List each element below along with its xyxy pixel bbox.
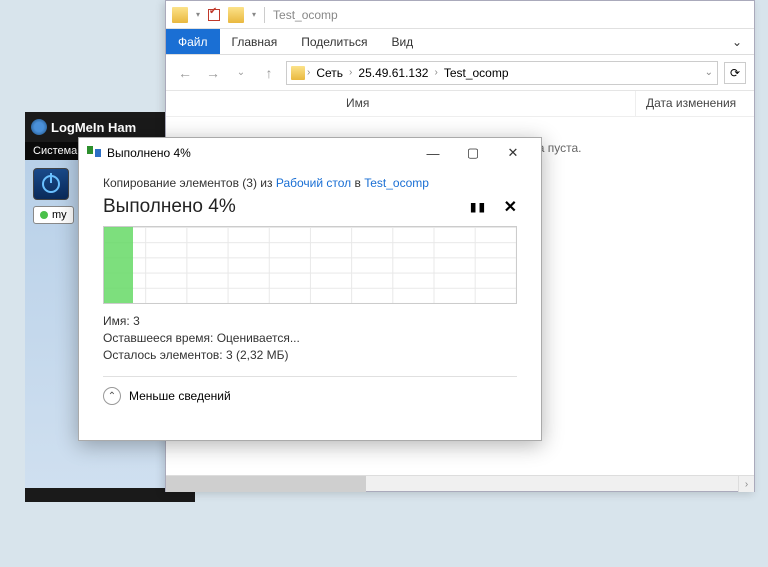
power-button[interactable]	[33, 168, 69, 200]
tab-view[interactable]: Вид	[379, 29, 425, 54]
scrollbar-thumb[interactable]	[166, 476, 366, 492]
chevron-right-icon[interactable]: ›	[349, 67, 352, 78]
qat-down-icon[interactable]: ▾	[252, 10, 256, 19]
nav-back-button[interactable]: ←	[174, 62, 196, 84]
address-bar[interactable]: › Сеть › 25.49.61.132 › Test_ocomp ⌄	[286, 61, 718, 85]
status-online-icon	[40, 211, 48, 219]
pc-label: my	[52, 209, 67, 221]
maximize-button[interactable]: ▢	[453, 139, 493, 167]
breadcrumb-ip[interactable]: 25.49.61.132	[354, 66, 432, 80]
info-name: Имя: 3	[103, 314, 517, 328]
separator	[103, 376, 517, 377]
fewer-details-toggle[interactable]: ⌃ Меньше сведений	[103, 387, 517, 405]
copy-title: Выполнено 4%	[107, 146, 413, 160]
copy-prefix: Копирование элементов (3) из	[103, 176, 276, 190]
ribbon-expand-icon[interactable]: ⌄	[720, 29, 754, 54]
close-button[interactable]: ✕	[493, 139, 533, 167]
pause-button[interactable]: ▮▮	[468, 197, 485, 217]
nav-forward-button[interactable]: →	[202, 62, 224, 84]
column-headers: Имя Дата изменения	[166, 91, 754, 117]
column-name[interactable]: Имя	[166, 91, 636, 116]
minimize-button[interactable]: —	[413, 139, 453, 167]
tab-share[interactable]: Поделиться	[289, 29, 379, 54]
copy-dest-link[interactable]: Test_ocomp	[364, 176, 429, 190]
separator	[264, 7, 265, 23]
logmein-title: LogMeIn Ham	[51, 120, 136, 135]
folder-icon	[228, 7, 244, 23]
tab-file[interactable]: Файл	[166, 29, 220, 54]
chevron-right-icon[interactable]: ›	[434, 67, 437, 78]
chart-fill	[104, 227, 133, 303]
info-remaining: Осталось элементов: 3 (2,32 МБ)	[103, 348, 517, 362]
scroll-right-button[interactable]: ›	[738, 476, 754, 492]
name-value: 3	[133, 314, 140, 328]
nav-up-button[interactable]: ↑	[258, 62, 280, 84]
time-label: Оставшееся время:	[103, 331, 213, 345]
copy-source-link[interactable]: Рабочий стол	[276, 176, 351, 190]
copy-dialog: Выполнено 4% — ▢ ✕ Копирование элементов…	[78, 137, 542, 441]
time-value: Оценивается...	[217, 331, 300, 345]
nav-recent-button[interactable]: ⌄	[230, 62, 252, 84]
folder-icon	[172, 7, 188, 23]
breadcrumb-net[interactable]: Сеть	[312, 66, 347, 80]
tab-home[interactable]: Главная	[220, 29, 290, 54]
logmein-logo-icon	[31, 119, 47, 135]
address-dropdown-icon[interactable]: ⌄	[705, 67, 713, 78]
left-value: 3 (2,32 МБ)	[226, 348, 289, 362]
power-icon	[42, 175, 60, 193]
ribbon-tabs: Файл Главная Поделиться Вид ⌄	[166, 29, 754, 55]
chevron-up-icon: ⌃	[103, 387, 121, 405]
refresh-button[interactable]: ⟳	[724, 62, 746, 84]
pc-item[interactable]: my	[33, 206, 74, 224]
chevron-right-icon[interactable]: ›	[307, 67, 310, 78]
copy-titlebar[interactable]: Выполнено 4% — ▢ ✕	[79, 138, 541, 168]
copy-mid: в	[351, 176, 364, 190]
copy-progress-heading: Выполнено 4%	[103, 196, 236, 218]
fewer-details-label: Меньше сведений	[129, 389, 231, 403]
refresh-icon: ⟳	[730, 66, 740, 80]
copy-progress-icon	[87, 146, 101, 160]
copy-description: Копирование элементов (3) из Рабочий сто…	[103, 176, 517, 190]
chart-grid	[104, 227, 516, 303]
properties-icon[interactable]	[208, 9, 220, 21]
nav-bar: ← → ⌄ ↑ › Сеть › 25.49.61.132 › Test_oco…	[166, 55, 754, 91]
name-label: Имя:	[103, 314, 130, 328]
folder-icon	[291, 66, 305, 80]
left-label: Осталось элементов:	[103, 348, 223, 362]
window-title: Test_ocomp	[273, 8, 338, 22]
qat-down-icon[interactable]: ▾	[196, 10, 200, 19]
speed-chart	[103, 226, 517, 304]
horizontal-scrollbar[interactable]: ›	[166, 475, 754, 491]
cancel-button[interactable]: ✕	[504, 197, 517, 217]
info-time: Оставшееся время: Оценивается...	[103, 331, 517, 345]
column-date[interactable]: Дата изменения	[636, 91, 754, 116]
explorer-titlebar[interactable]: ▾ ▾ Test_ocomp	[166, 1, 754, 29]
breadcrumb-folder[interactable]: Test_ocomp	[440, 66, 513, 80]
